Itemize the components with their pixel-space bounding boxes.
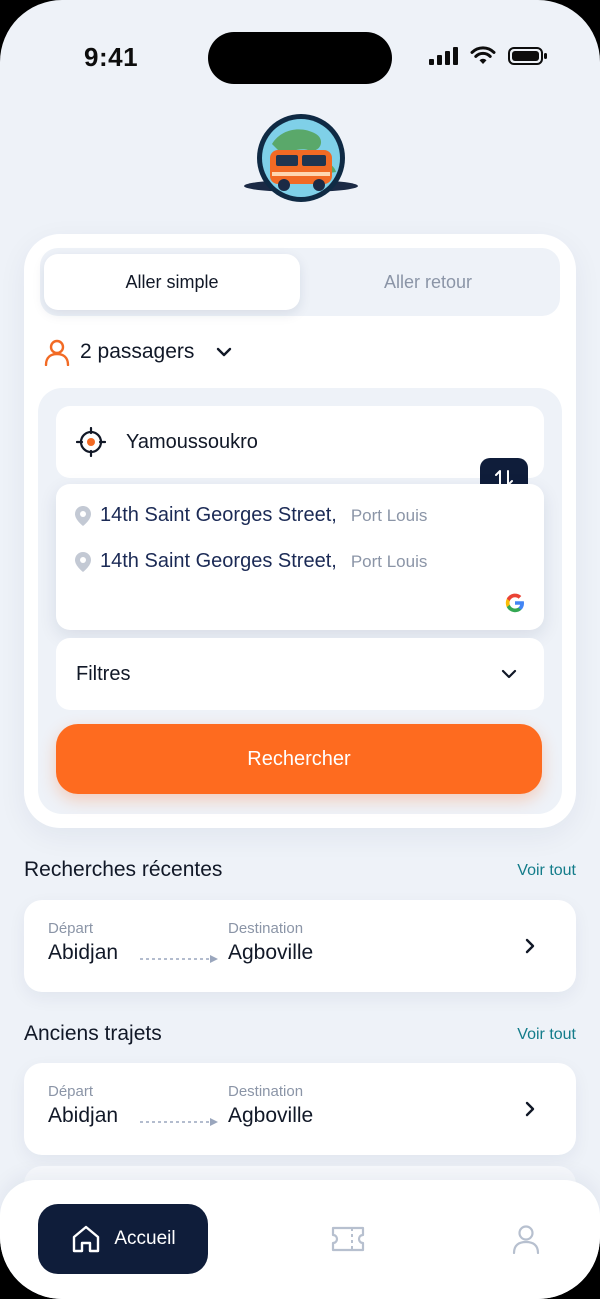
destination-city: Agboville	[228, 941, 314, 964]
user-icon	[44, 339, 70, 366]
suggestion-town: Port Louis	[350, 505, 428, 525]
chevron-down-icon	[501, 669, 517, 679]
status-icons	[429, 46, 548, 66]
past-trips-title: Anciens trajets	[24, 1022, 162, 1045]
departure-city: Abidjan	[48, 941, 119, 964]
route-panel: Yamoussoukro 14th Saint Georges Street, …	[38, 388, 562, 814]
recent-searches-title: Recherches récentes	[24, 858, 223, 881]
destination-suggestions: 14th Saint Georges Street, Port Louis 14…	[56, 484, 544, 630]
location-pin-icon	[75, 551, 91, 572]
suggestion-item[interactable]: 14th Saint Georges Street, Port Louis	[74, 550, 427, 573]
suggestion-street: 14th Saint Georges Street,	[100, 550, 337, 572]
dynamic-island	[208, 32, 392, 84]
google-icon	[505, 593, 524, 613]
chevron-down-icon	[217, 347, 232, 357]
destination-city: Agboville	[228, 1104, 314, 1127]
departure-label: Départ	[48, 920, 94, 937]
filters-label: Filtres	[76, 662, 131, 685]
filters-dropdown[interactable]: Filtres	[56, 638, 544, 710]
suggestion-item[interactable]: 14th Saint Georges Street, Port Louis	[74, 504, 427, 527]
battery-icon	[508, 47, 547, 65]
destination-col: Destination Agboville	[228, 1083, 313, 1128]
tab-round-trip[interactable]: Aller retour	[300, 254, 556, 310]
wifi-icon	[470, 46, 496, 64]
chevron-right-icon	[525, 1101, 535, 1117]
departure-city: Abidjan	[48, 1104, 119, 1127]
destination-label: Destination	[228, 1083, 304, 1100]
nav-home-label: Accueil	[114, 1228, 176, 1249]
crosshair-icon	[76, 427, 106, 457]
recent-searches-see-all[interactable]: Voir tout	[517, 862, 576, 880]
nav-home-button[interactable]: Accueil	[38, 1204, 208, 1274]
past-trips-see-all[interactable]: Voir tout	[517, 1026, 576, 1044]
passenger-selector[interactable]: 2 passagers	[44, 338, 236, 366]
bottom-nav: Accueil	[0, 1180, 600, 1299]
tab-one-way[interactable]: Aller simple	[44, 254, 300, 310]
departure-col: Départ Abidjan	[48, 920, 118, 965]
passenger-count: 2 passagers	[80, 340, 195, 363]
departure-col: Départ Abidjan	[48, 1083, 118, 1128]
destination-col: Destination Agboville	[228, 920, 313, 965]
profile-icon[interactable]	[512, 1224, 540, 1254]
chevron-right-icon	[525, 938, 535, 954]
route-arrow-icon	[140, 955, 218, 963]
search-card: Aller simple Aller retour 2 passagers Ya…	[24, 234, 576, 828]
route-arrow-icon	[140, 1118, 218, 1126]
departure-label: Départ	[48, 1083, 94, 1100]
origin-field[interactable]: Yamoussoukro	[56, 406, 544, 478]
app-logo	[244, 114, 358, 202]
location-pin-icon	[75, 505, 91, 526]
home-icon	[73, 1225, 100, 1253]
origin-city: Yamoussoukro	[126, 430, 258, 453]
status-time: 9:41	[84, 42, 139, 72]
past-trip-card[interactable]: Départ Abidjan Destination Agboville	[24, 1063, 576, 1155]
suggestion-street: 14th Saint Georges Street,	[100, 504, 337, 526]
search-button[interactable]: Rechercher	[56, 724, 542, 794]
destination-label: Destination	[228, 920, 304, 937]
trip-type-tabs: Aller simple Aller retour	[40, 248, 560, 316]
ticket-icon[interactable]	[330, 1224, 366, 1254]
suggestion-town: Port Louis	[350, 551, 428, 571]
recent-search-card[interactable]: Départ Abidjan Destination Agboville	[24, 900, 576, 992]
phone-screen: 9:41 Aller simple Aller retour 2 passage…	[0, 0, 600, 1299]
signal-icon	[429, 47, 458, 65]
